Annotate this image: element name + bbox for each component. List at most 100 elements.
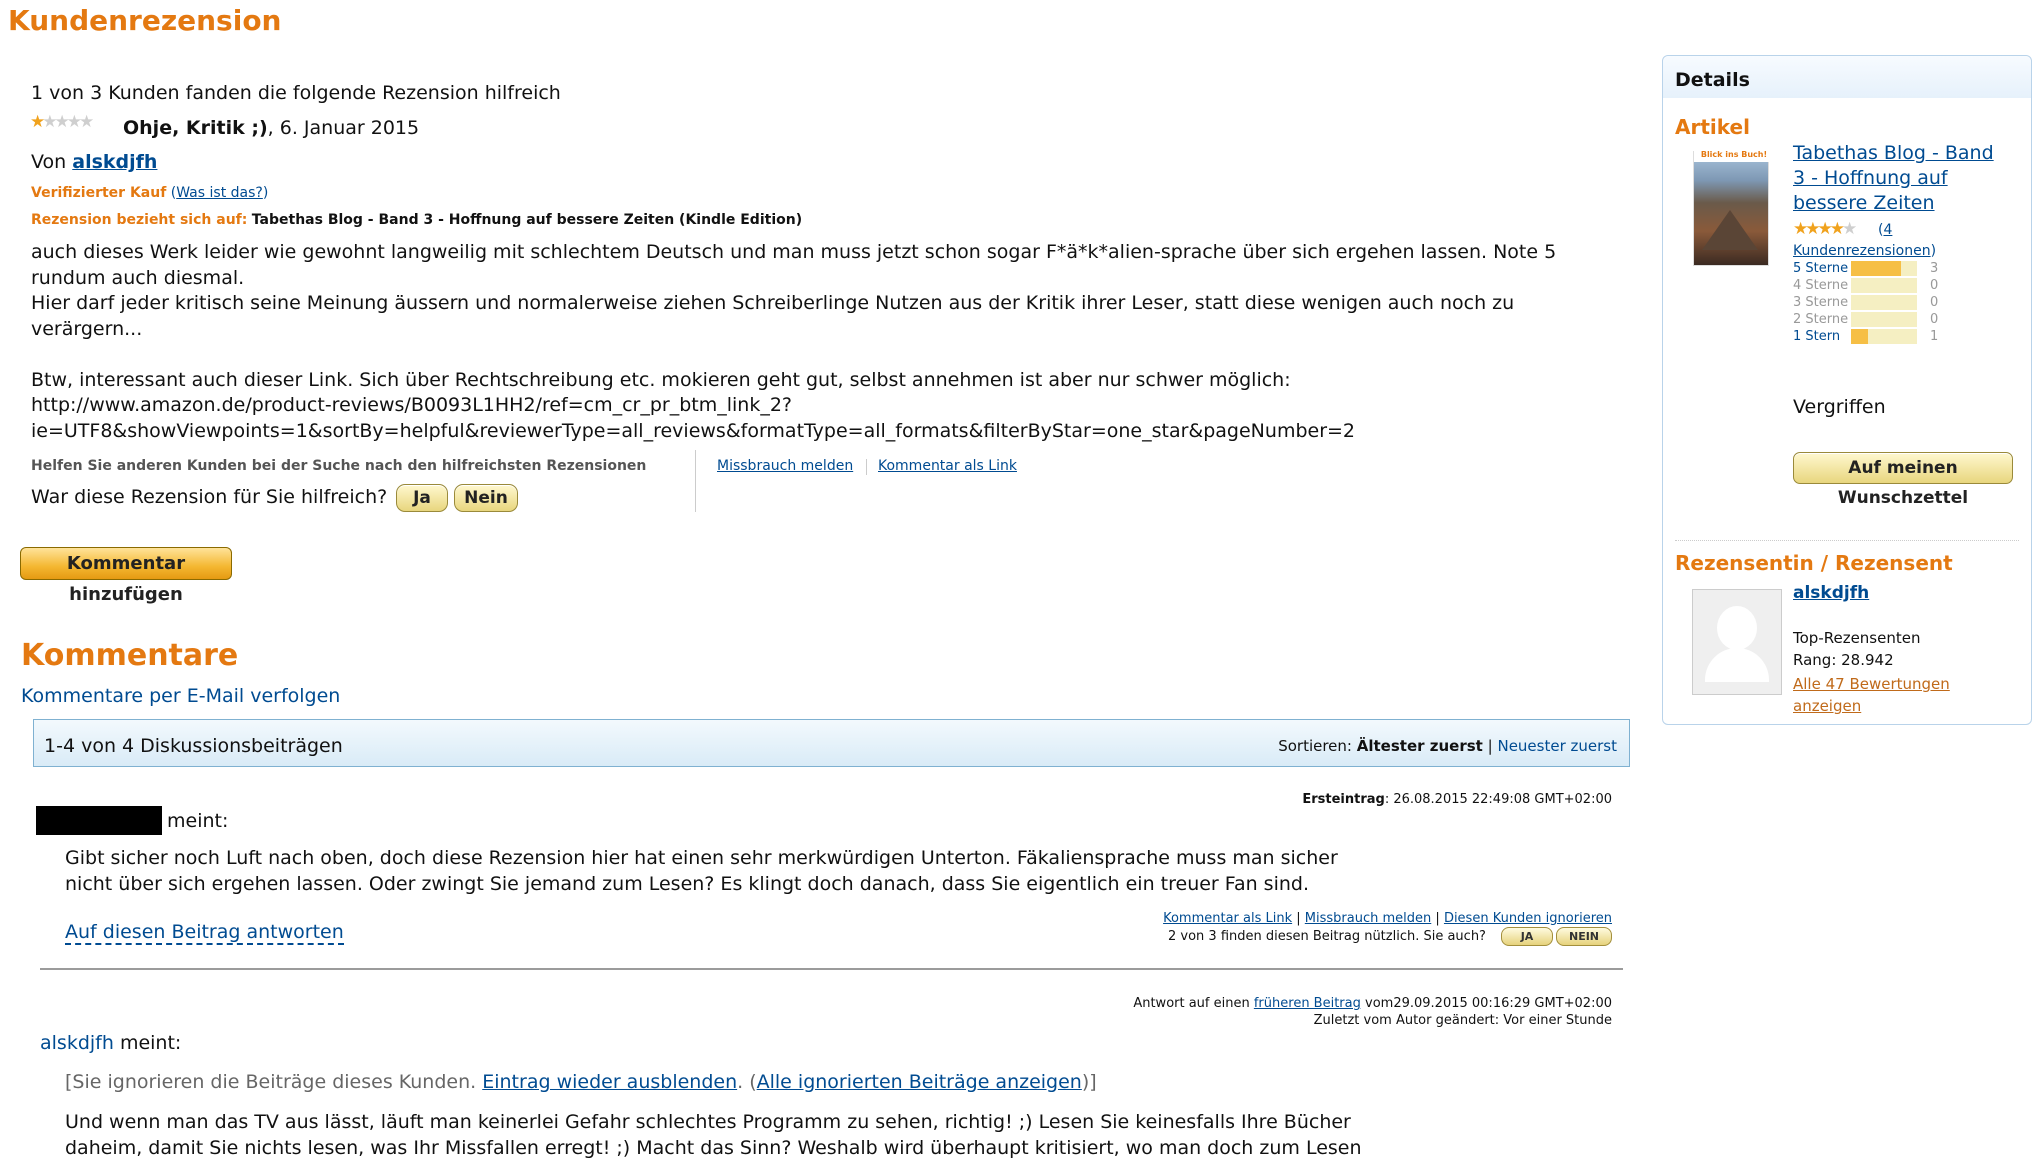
whats-this-link[interactable]: Was ist das? bbox=[176, 185, 263, 201]
review-body-line: ie=UTF8&showViewpoints=1&sortBy=helpful&… bbox=[31, 419, 1591, 445]
add-comment-button[interactable]: Kommentar hinzufügen bbox=[20, 547, 232, 580]
sort-separator: | bbox=[1488, 737, 1493, 755]
ignored-mid: . ( bbox=[737, 1071, 757, 1093]
product-title-line: bessere Zeiten bbox=[1793, 191, 2023, 216]
verified-purchase-label: Verifizierter Kauf bbox=[31, 185, 166, 201]
review-count-link[interactable]: 4 bbox=[1883, 222, 1892, 238]
review-body-line: http://www.amazon.de/product-reviews/B00… bbox=[31, 393, 1591, 419]
sort-newest-link[interactable]: Neuester zuerst bbox=[1497, 737, 1617, 755]
review-body-line bbox=[31, 342, 1591, 368]
histogram-bar bbox=[1851, 312, 1917, 327]
link-separator bbox=[866, 459, 867, 475]
post1-no-button[interactable]: NEIN bbox=[1556, 927, 1612, 946]
star-filled-icon: ★ bbox=[1793, 219, 1805, 239]
post2-edited-note: Zuletzt vom Autor geändert: Vor einer St… bbox=[1314, 1013, 1612, 1028]
histogram-label: 3 Sterne bbox=[1793, 295, 1848, 310]
unhide-entry-link[interactable]: Eintrag wieder ausblenden bbox=[482, 1071, 737, 1093]
review-count-line: (4 bbox=[1878, 222, 1892, 238]
page-title: Kundenrezension bbox=[8, 4, 282, 37]
reviewer-name-link[interactable]: alskdjfh bbox=[1793, 583, 1869, 603]
product-title-line: Tabethas Blog - Band bbox=[1793, 141, 2023, 166]
post-body-line: Und wenn man das TV aus lässt, läuft man… bbox=[65, 1110, 1465, 1136]
was-helpful-label: War diese Rezension für Sie hilfreich? bbox=[31, 486, 387, 508]
ignored-prefix: [Sie ignorieren die Beiträge dieses Kund… bbox=[65, 1071, 476, 1093]
review-body-line: auch dieses Werk leider wie gewohnt lang… bbox=[31, 240, 1591, 266]
histogram-count: 1 bbox=[1930, 329, 1938, 344]
histogram-count: 3 bbox=[1930, 261, 1938, 276]
histogram-label[interactable]: 1 Stern bbox=[1793, 329, 1840, 344]
post2-reply-prefix: Antwort auf einen bbox=[1133, 996, 1249, 1011]
review-headline[interactable]: Ohje, Kritik ;) bbox=[123, 117, 268, 139]
post-body-line: daheim, damit Sie nichts lesen, was Ihr … bbox=[65, 1136, 1465, 1161]
review-count-label-line: Kundenrezensionen) bbox=[1793, 243, 1936, 259]
help-others-label: Helfen Sie anderen Kunden bei der Suche … bbox=[31, 458, 646, 474]
histogram-bar bbox=[1851, 329, 1917, 344]
sort-oldest: Ältester zuerst bbox=[1357, 737, 1483, 755]
histogram-label[interactable]: 5 Sterne bbox=[1793, 261, 1848, 276]
verified-purchase-line: Verifizierter Kauf (Was ist das?) bbox=[31, 185, 268, 201]
histogram-bar bbox=[1851, 261, 1917, 276]
all-ratings-link[interactable]: Alle 47 Bewertungen anzeigen bbox=[1793, 673, 1950, 717]
post2-reply-date: vom29.09.2015 00:16:29 GMT+02:00 bbox=[1365, 996, 1612, 1011]
sort-controls: Sortieren: Ältester zuerst | Neuester zu… bbox=[1278, 737, 1617, 755]
top-reviewer-label: Top-Rezensenten bbox=[1793, 629, 1920, 647]
post2-reply-info: Antwort auf einen früheren Beitrag vom29… bbox=[1133, 996, 1612, 1011]
helpful-summary: 1 von 3 Kunden fanden die folgende Rezen… bbox=[31, 82, 561, 104]
histogram-bar-fill bbox=[1851, 261, 1901, 276]
post2-says: meint: bbox=[120, 1032, 181, 1054]
review-body-line: Hier darf jeder kritisch seine Meinung ä… bbox=[31, 291, 1591, 317]
relates-product: Tabethas Blog - Band 3 - Hoffnung auf be… bbox=[252, 212, 802, 228]
book-cover-image[interactable]: Blick ins Buch! bbox=[1693, 151, 1769, 266]
review-author-line: Von alskdjfh bbox=[31, 151, 157, 173]
histogram-bar-fill bbox=[1851, 329, 1868, 344]
post1-ignore-customer-link[interactable]: Diesen Kunden ignorieren bbox=[1444, 911, 1612, 926]
review-rating-stars: ★★★★★ bbox=[30, 112, 91, 132]
relates-to-line: Rezension bezieht sich auf: Tabethas Blo… bbox=[31, 212, 802, 228]
star-empty-icon: ★ bbox=[79, 112, 91, 132]
post1-report-abuse-link[interactable]: Missbrauch melden bbox=[1305, 911, 1431, 926]
customer-reviews-link[interactable]: Kundenrezensionen bbox=[1793, 243, 1931, 259]
post1-author-redacted bbox=[36, 806, 162, 835]
star-filled-icon: ★ bbox=[1830, 219, 1842, 239]
relates-label: Rezension bezieht sich auf: bbox=[31, 212, 247, 228]
post2-ignored-notice: [Sie ignorieren die Beiträge dieses Kund… bbox=[65, 1071, 1097, 1093]
add-to-wishlist-button[interactable]: Auf meinen Wunschzettel bbox=[1793, 452, 2013, 484]
histogram-label: 4 Sterne bbox=[1793, 278, 1848, 293]
reviewer-rank: Rang: 28.942 bbox=[1793, 651, 1894, 669]
all-ratings-line1: Alle 47 Bewertungen bbox=[1793, 675, 1950, 693]
post1-helpful-text: 2 von 3 finden diesen Beitrag nützlich. … bbox=[1168, 929, 1486, 944]
post-divider bbox=[40, 968, 1623, 970]
star-empty-icon: ★ bbox=[42, 112, 54, 132]
histogram-bar bbox=[1851, 278, 1917, 293]
follow-email-link[interactable]: Kommentare per E-Mail verfolgen bbox=[21, 685, 340, 707]
show-all-ignored-link[interactable]: Alle ignorierten Beiträge anzeigen bbox=[757, 1071, 1082, 1093]
post1-reply-link[interactable]: Auf diesen Beitrag antworten bbox=[65, 921, 344, 945]
post1-body: Gibt sicher noch Luft nach oben, doch di… bbox=[65, 846, 1465, 897]
review-author-link[interactable]: alskdjfh bbox=[72, 151, 157, 173]
reviewer-avatar[interactable] bbox=[1692, 589, 1782, 695]
histogram-count: 0 bbox=[1930, 295, 1938, 310]
star-filled-icon: ★ bbox=[1818, 219, 1830, 239]
review-date: , 6. Januar 2015 bbox=[268, 117, 419, 139]
details-title: Details bbox=[1675, 69, 1750, 91]
details-panel: Details Artikel Blick ins Buch! Tabethas… bbox=[1662, 55, 2032, 725]
comment-as-link[interactable]: Kommentar als Link bbox=[878, 458, 1017, 474]
post1-says: meint: bbox=[167, 810, 228, 832]
post-body-line: nicht über sich ergehen lassen. Oder zwi… bbox=[65, 872, 1465, 898]
vertical-divider bbox=[695, 450, 696, 512]
report-abuse-link[interactable]: Missbrauch melden bbox=[717, 458, 853, 474]
post1-yes-button[interactable]: JA bbox=[1501, 927, 1553, 946]
post1-comment-as-link[interactable]: Kommentar als Link bbox=[1163, 911, 1292, 926]
post2-author-link[interactable]: alskdjfh bbox=[40, 1032, 114, 1054]
star-empty-icon: ★ bbox=[1842, 219, 1854, 239]
histogram-count: 0 bbox=[1930, 312, 1938, 327]
product-title-link[interactable]: Tabethas Blog - Band3 - Hoffnung aufbess… bbox=[1793, 141, 2023, 216]
review-no-button[interactable]: Nein bbox=[454, 484, 518, 512]
post2-earlier-post-link[interactable]: früheren Beitrag bbox=[1254, 996, 1361, 1011]
sidebar-divider bbox=[1675, 540, 2019, 541]
first-entry-label: Ersteintrag bbox=[1302, 792, 1384, 807]
review-yes-button[interactable]: Ja bbox=[396, 484, 448, 512]
review-count-close: ) bbox=[1931, 243, 1936, 259]
discussion-count: 1-4 von 4 Diskussionsbeiträgen bbox=[44, 735, 343, 757]
ignored-suffix: )] bbox=[1082, 1071, 1097, 1093]
